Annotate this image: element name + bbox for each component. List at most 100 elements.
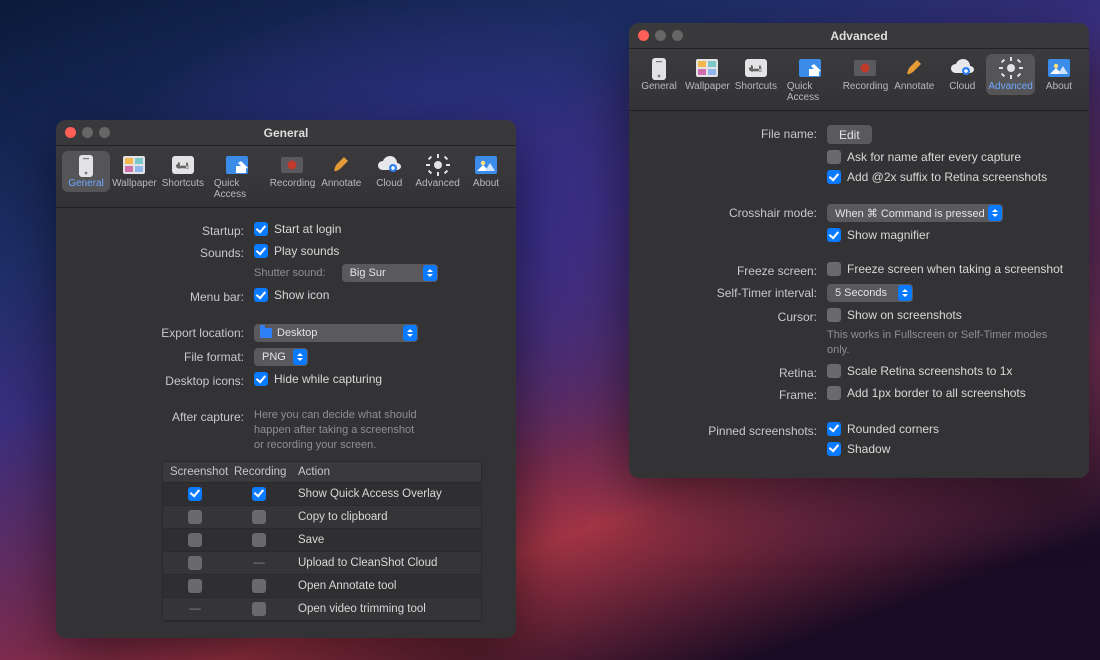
tab-label: About (473, 178, 499, 189)
show-magnifier-checkbox[interactable] (827, 228, 841, 242)
retina-label: Retina: (647, 364, 817, 380)
tab-quick[interactable]: Quick Access (780, 54, 841, 106)
export-location-label: Export location: (74, 324, 244, 340)
freeze-screen-label: Freeze screen: (647, 262, 817, 278)
cursor-hint: This works in Fullscreen or Self-Timer m… (827, 328, 1071, 358)
show-menubar-icon-text: Show icon (274, 288, 329, 302)
tab-general[interactable]: General (635, 54, 683, 95)
tab-recording[interactable]: Recording (268, 151, 318, 192)
play-sounds-checkbox[interactable] (254, 244, 268, 258)
export-location-popup[interactable]: Desktop (254, 324, 418, 342)
action-label: Save (291, 530, 481, 550)
advanced-toolbar: GeneralWallpaperShortcutsQuick AccessRec… (629, 49, 1089, 111)
close-icon[interactable] (65, 127, 76, 138)
minimize-icon[interactable] (82, 127, 93, 138)
recording-icon (277, 153, 307, 177)
tab-advanced[interactable]: Advanced (986, 54, 1035, 95)
table-row: Open Annotate tool (163, 575, 481, 598)
about-icon (471, 153, 501, 177)
recording-action-checkbox[interactable] (252, 579, 266, 593)
crosshair-mode-popup[interactable]: When ⌘ Command is pressed (827, 204, 1003, 222)
tab-recording[interactable]: Recording (841, 54, 891, 95)
cloud-icon (947, 56, 977, 80)
tab-label: Cloud (949, 81, 975, 92)
hide-while-capturing-text: Hide while capturing (274, 372, 382, 386)
close-icon[interactable] (638, 30, 649, 41)
recording-action-checkbox[interactable] (252, 533, 266, 547)
recording-action-checkbox[interactable] (252, 487, 266, 501)
screenshot-action-checkbox[interactable] (188, 487, 202, 501)
tab-label: Annotate (321, 178, 361, 189)
tab-wallpaper[interactable]: Wallpaper (110, 151, 159, 192)
screenshot-action-checkbox[interactable] (188, 579, 202, 593)
tab-label: Annotate (894, 81, 934, 92)
tab-label: Shortcuts (735, 81, 777, 92)
general-icon (71, 153, 101, 177)
tab-annotate[interactable]: Annotate (317, 151, 365, 192)
shadow-checkbox[interactable] (827, 442, 841, 456)
cursor-label: Cursor: (647, 308, 817, 324)
tab-wallpaper[interactable]: Wallpaper (683, 54, 732, 95)
window-controls (65, 127, 110, 138)
titlebar: General (56, 120, 516, 146)
file-name-label: File name: (647, 125, 817, 141)
zoom-icon[interactable] (672, 30, 683, 41)
table-row: Show Quick Access Overlay (163, 483, 481, 506)
screenshot-action-checkbox[interactable] (188, 510, 202, 524)
pinned-label: Pinned screenshots: (647, 422, 817, 438)
table-row: —Upload to CleanShot Cloud (163, 552, 481, 575)
start-at-login-checkbox[interactable] (254, 222, 268, 236)
self-timer-popup[interactable]: 5 Seconds (827, 284, 913, 302)
after-capture-table: ScreenshotRecordingActionShow Quick Acce… (162, 461, 482, 622)
recording-icon (850, 56, 880, 80)
edit-file-name-button[interactable]: Edit (827, 125, 872, 144)
shutter-sound-popup[interactable]: Big Sur (342, 264, 438, 282)
zoom-icon[interactable] (99, 127, 110, 138)
tab-cloud[interactable]: Cloud (365, 151, 413, 192)
freeze-screen-checkbox[interactable] (827, 262, 841, 276)
show-menubar-icon-checkbox[interactable] (254, 288, 268, 302)
table-row: Save (163, 529, 481, 552)
file-format-popup[interactable]: PNG (254, 348, 308, 366)
wallpaper-icon (119, 153, 149, 177)
tab-label: General (68, 178, 104, 189)
action-label: Upload to CleanShot Cloud (291, 553, 481, 573)
screenshot-action-checkbox[interactable] (188, 533, 202, 547)
titlebar: Advanced (629, 23, 1089, 49)
show-cursor-checkbox[interactable] (827, 308, 841, 322)
tab-label: Quick Access (214, 178, 261, 200)
tab-label: Shortcuts (162, 178, 204, 189)
tab-about[interactable]: About (1035, 54, 1083, 95)
tab-annotate[interactable]: Annotate (890, 54, 938, 95)
minimize-icon[interactable] (655, 30, 666, 41)
tab-advanced[interactable]: Advanced (413, 151, 462, 192)
desktop-icons-label: Desktop icons: (74, 372, 244, 388)
column-header: Screenshot (163, 462, 227, 482)
retina-suffix-checkbox[interactable] (827, 170, 841, 184)
advanced-icon (996, 56, 1026, 80)
screenshot-action-checkbox[interactable] (188, 556, 202, 570)
rounded-corners-checkbox[interactable] (827, 422, 841, 436)
tab-cloud[interactable]: Cloud (938, 54, 986, 95)
tab-quick[interactable]: Quick Access (207, 151, 268, 203)
hide-while-capturing-checkbox[interactable] (254, 372, 268, 386)
startup-label: Startup: (74, 222, 244, 238)
tab-shortcuts[interactable]: Shortcuts (732, 54, 780, 95)
action-label: Show Quick Access Overlay (291, 484, 481, 504)
quick-icon (795, 56, 825, 80)
tab-shortcuts[interactable]: Shortcuts (159, 151, 207, 192)
tab-label: Advanced (988, 81, 1032, 92)
action-label: Open video trimming tool (291, 599, 481, 619)
ask-name-checkbox[interactable] (827, 150, 841, 164)
recording-action-checkbox[interactable] (252, 510, 266, 524)
tab-general[interactable]: General (62, 151, 110, 192)
add-border-checkbox[interactable] (827, 386, 841, 400)
recording-action-checkbox[interactable] (252, 602, 266, 616)
tab-about[interactable]: About (462, 151, 510, 192)
scale-retina-checkbox[interactable] (827, 364, 841, 378)
advanced-preferences-window: Advanced GeneralWallpaperShortcutsQuick … (629, 23, 1089, 478)
action-label: Copy to clipboard (291, 507, 481, 527)
after-capture-label: After capture: (74, 408, 244, 424)
annotate-icon (899, 56, 929, 80)
advanced-icon (423, 153, 453, 177)
